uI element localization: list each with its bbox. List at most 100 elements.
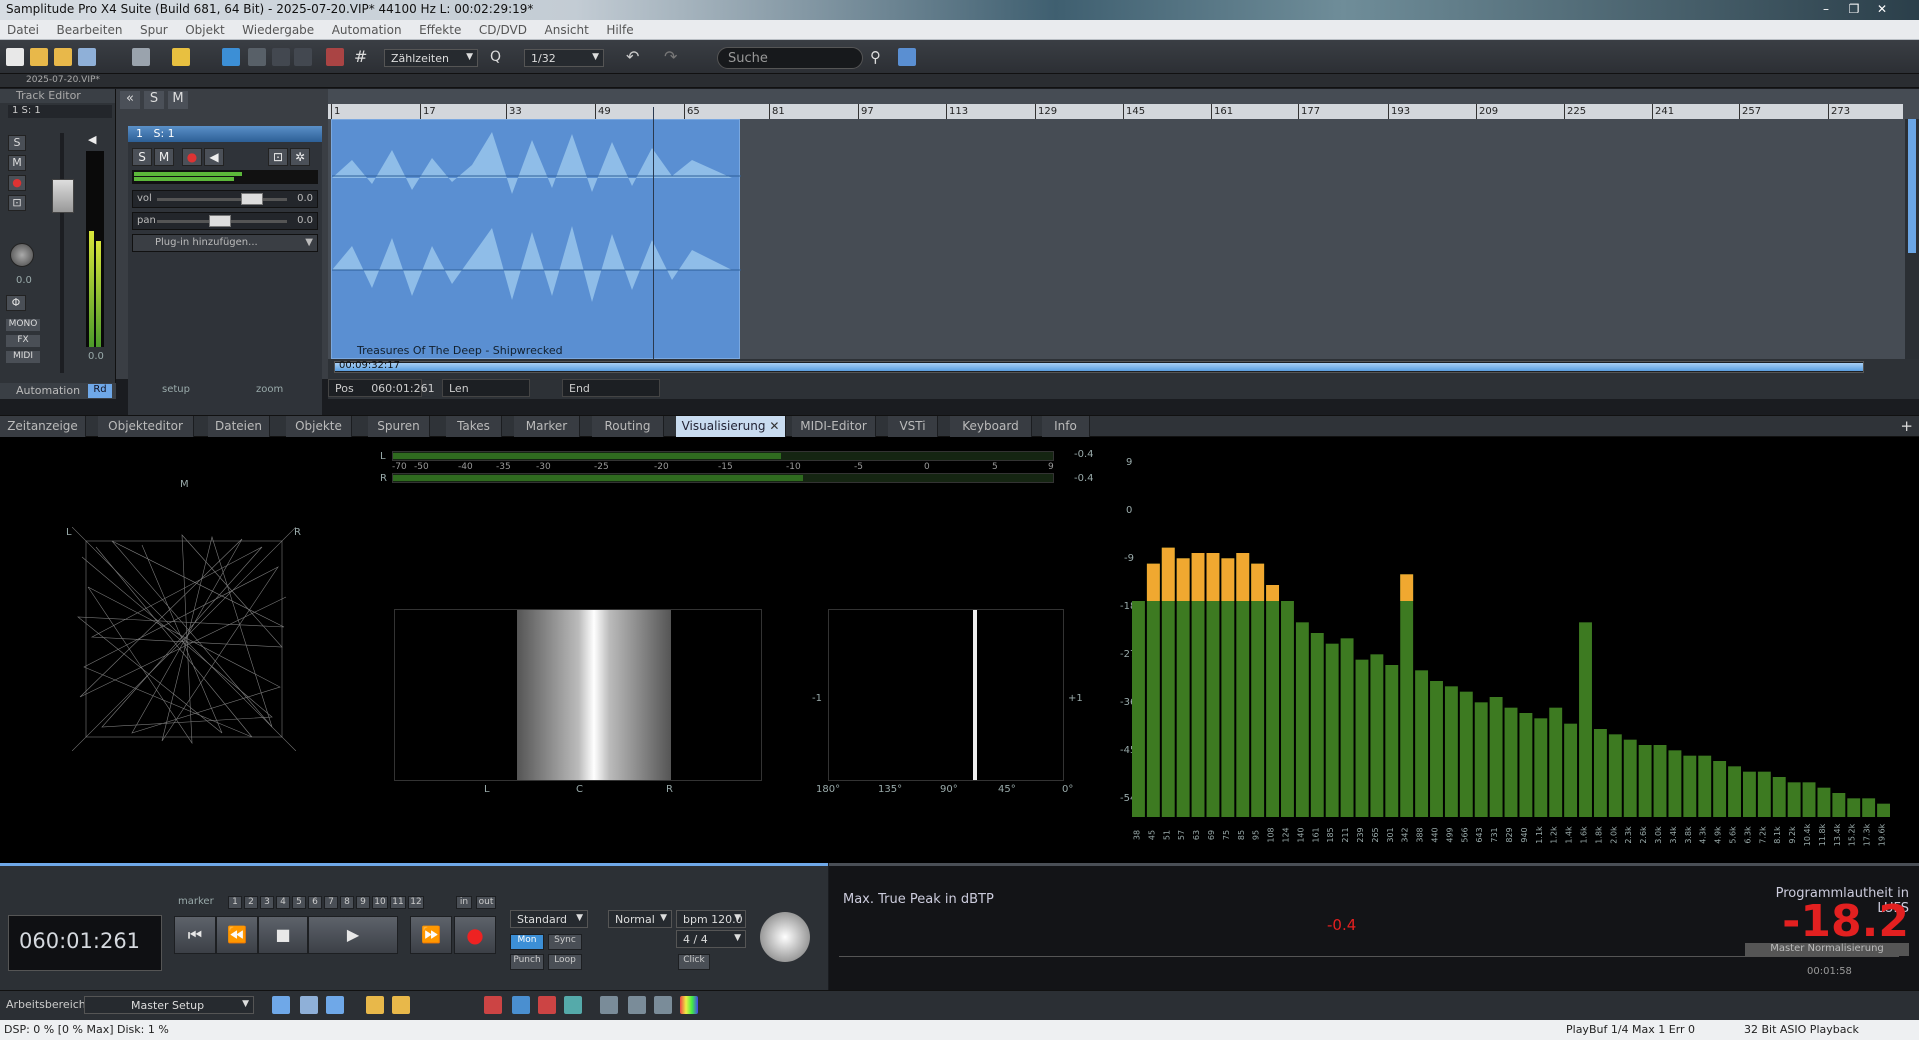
punch-button[interactable]: Punch [510, 954, 544, 970]
track-lock-icon[interactable]: ⊡ [268, 148, 288, 166]
sync-button[interactable]: Sync [548, 934, 582, 950]
list-icon[interactable] [654, 996, 672, 1014]
track-monitor-icon[interactable]: ◀ [204, 148, 224, 166]
fx-button[interactable]: FX [6, 335, 40, 347]
range-tool-icon[interactable] [392, 996, 410, 1014]
effect-4-icon[interactable] [564, 996, 582, 1014]
pan-slider[interactable] [209, 215, 231, 227]
read-button[interactable]: Rd [88, 384, 112, 398]
end-field[interactable]: End [562, 379, 660, 397]
menu-wiedergabe[interactable]: Wiedergabe [235, 20, 321, 37]
dynamics-icon[interactable] [628, 996, 646, 1014]
menu-hilfe[interactable]: Hilfe [599, 20, 640, 37]
menu-objekt[interactable]: Objekt [178, 20, 231, 37]
track-editor-mute-button[interactable]: M [8, 155, 26, 171]
global-solo-button[interactable]: S [144, 91, 164, 109]
add-tab-icon[interactable]: + [1900, 417, 1913, 435]
tab-objekte[interactable]: Objekte [286, 416, 352, 437]
marker-button-1[interactable]: 1 [228, 896, 242, 909]
maximize-button[interactable]: ❐ [1843, 2, 1865, 18]
redo-icon[interactable]: ↷ [664, 48, 682, 66]
playhead-cursor[interactable] [653, 107, 654, 359]
tab-spuren[interactable]: Spuren [368, 416, 430, 437]
tab-vsti[interactable]: VSTi [888, 416, 938, 437]
marker-button-9[interactable]: 9 [356, 896, 370, 909]
tab-close-icon[interactable]: ✕ [769, 419, 779, 433]
jog-wheel[interactable] [760, 912, 810, 962]
track-name-bar[interactable]: 1 S: 1 [128, 126, 322, 142]
menu-spur[interactable]: Spur [133, 20, 175, 37]
mono-button[interactable]: MONO [6, 319, 40, 331]
new-file-icon[interactable] [6, 48, 24, 66]
save-icon[interactable] [78, 48, 96, 66]
track-editor-solo-button[interactable]: S [8, 135, 26, 151]
marker-button-7[interactable]: 7 [324, 896, 338, 909]
tab-info[interactable]: Info [1042, 416, 1090, 437]
play-button[interactable]: ▶ [308, 916, 398, 954]
layout-view-3-icon[interactable] [326, 996, 344, 1014]
effect-3-icon[interactable] [538, 996, 556, 1014]
collapse-left-icon[interactable]: « [120, 91, 140, 109]
menu-cd-dvd[interactable]: CD/DVD [472, 20, 534, 37]
pos-field[interactable]: Pos 060:01:261 [328, 379, 435, 397]
stop-button[interactable]: ■ [258, 916, 308, 954]
effect-2-icon[interactable] [512, 996, 530, 1014]
marker-button-6[interactable]: 6 [308, 896, 322, 909]
volume-slider[interactable] [241, 193, 263, 205]
open-project-icon[interactable] [54, 48, 72, 66]
rewind-button[interactable]: ⏪ [216, 916, 258, 954]
track-editor-track-select[interactable]: 1 S: 1 [8, 105, 112, 118]
marker-tool-icon[interactable] [366, 996, 384, 1014]
time-signature-field[interactable]: 4 / 4 ▼ [676, 930, 746, 948]
layout-view-1-icon[interactable] [272, 996, 290, 1014]
tab-marker[interactable]: Marker [514, 416, 580, 437]
mode-select[interactable]: Normal ▼ [608, 910, 672, 928]
master-normalize-button[interactable]: Master Normalisierung [1745, 943, 1909, 956]
track-editor-title[interactable]: Track Editor [0, 89, 115, 103]
track-record-button[interactable]: ● [182, 148, 202, 166]
marker-button-4[interactable]: 4 [276, 896, 290, 909]
menu-bearbeiten[interactable]: Bearbeiten [50, 20, 130, 37]
range-mode-icon[interactable] [248, 48, 266, 66]
help-icon[interactable] [898, 48, 916, 66]
spectrum-icon[interactable] [680, 996, 698, 1014]
plugin-add-dropdown[interactable]: Plug-in hinzufügen... ▼ [132, 234, 318, 252]
tab-objekteditor[interactable]: Objekteditor [98, 416, 194, 437]
zoom-label[interactable]: zoom [256, 384, 283, 395]
marker-button-11[interactable]: 11 [390, 896, 406, 909]
speaker-icon[interactable]: ◀ [88, 133, 104, 146]
marker-button-12[interactable]: 12 [408, 896, 424, 909]
tab-visualisierung[interactable]: Visualisierung ✕ [676, 416, 786, 437]
len-field[interactable]: Len [442, 379, 530, 397]
mon-button[interactable]: Mon [510, 934, 544, 950]
transport-preset-select[interactable]: Standard ▼ [510, 910, 588, 928]
volume-fader-handle[interactable] [52, 179, 74, 213]
marker-button-10[interactable]: 10 [372, 896, 388, 909]
timeline-ruler[interactable]: 1 17 33 49 65 81 97 113 129 145 161 177 … [328, 104, 1903, 119]
go-to-start-button[interactable]: ⏮ [174, 916, 216, 954]
menu-automation[interactable]: Automation [325, 20, 409, 37]
vertical-scrollbar[interactable] [1905, 119, 1919, 359]
workspace-select[interactable]: Master Setup ▼ [84, 996, 254, 1014]
automation-label[interactable]: Automation [16, 384, 80, 397]
timeline-mode-select[interactable]: Zählzeiten ▼ [384, 49, 478, 67]
marker-button-5[interactable]: 5 [292, 896, 306, 909]
setup-label[interactable]: setup [162, 384, 190, 395]
audio-clip[interactable]: Treasures Of The Deep - Shipwrecked [331, 119, 741, 359]
phantom-icon[interactable]: Φ [6, 295, 26, 311]
marker-button-8[interactable]: 8 [340, 896, 354, 909]
layout-view-2-icon[interactable] [300, 996, 318, 1014]
horizontal-scrollbar[interactable]: 00:09:32:17 [334, 360, 1864, 373]
loop-button[interactable]: Loop [548, 954, 582, 970]
search-input[interactable]: Suche [717, 47, 863, 69]
minimize-button[interactable]: – [1815, 2, 1837, 18]
tab-dateien[interactable]: Dateien [208, 416, 270, 437]
track-settings-icon[interactable]: ✲ [290, 148, 310, 166]
pan-knob[interactable] [10, 243, 34, 267]
grid-icon[interactable]: # [354, 48, 372, 66]
menu-datei[interactable]: Datei [0, 20, 46, 37]
effect-1-icon[interactable] [484, 996, 502, 1014]
project-tab[interactable]: 2025-07-20.VIP* [26, 75, 100, 85]
marker-button-2[interactable]: 2 [244, 896, 258, 909]
ruler-tool-icon[interactable] [172, 48, 190, 66]
